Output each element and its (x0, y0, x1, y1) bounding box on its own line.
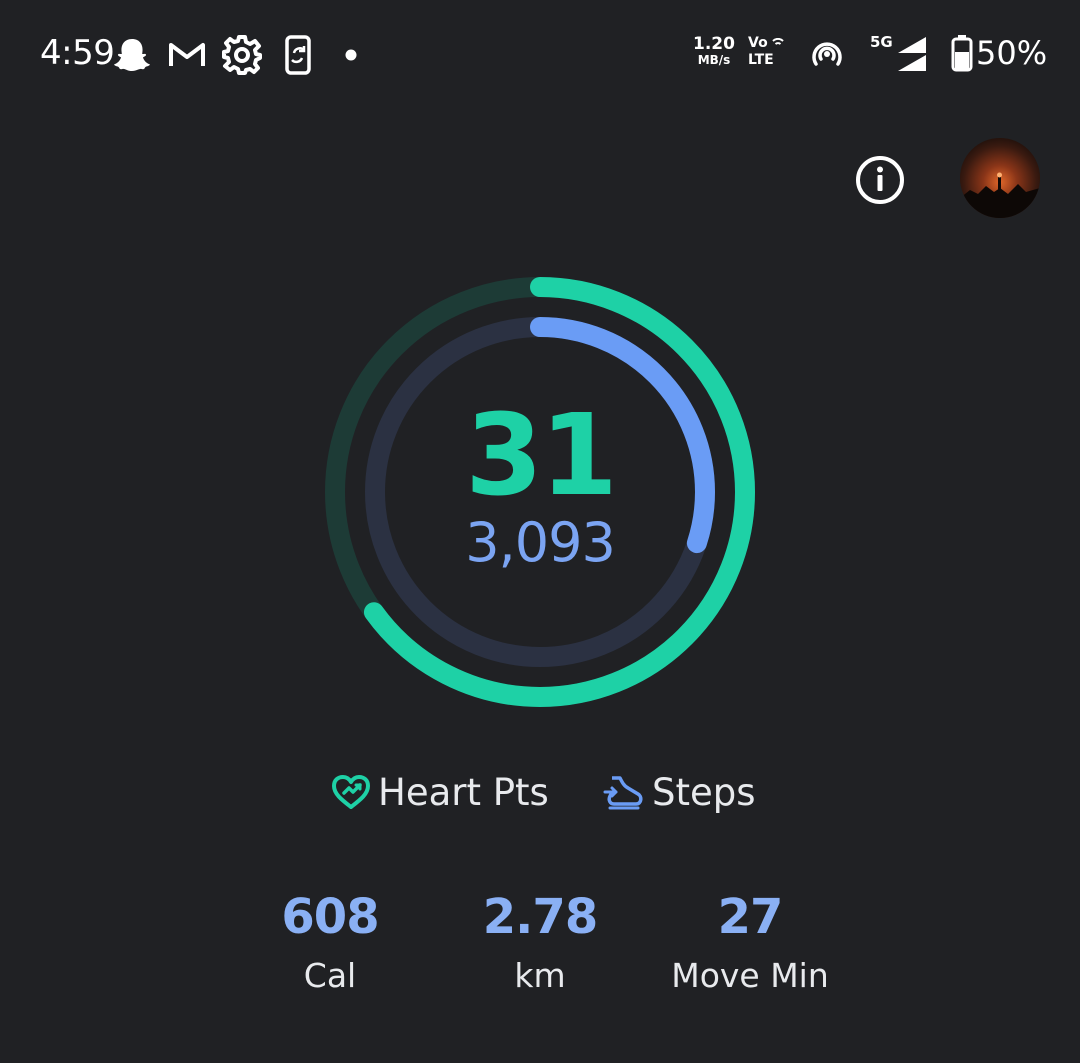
hotspot-icon (812, 42, 842, 66)
steps-value: 3,093 (465, 511, 616, 574)
network-speed-unit: MB/s (697, 53, 731, 67)
info-icon[interactable] (853, 153, 907, 207)
avatar[interactable] (960, 138, 1040, 218)
steps-icon (603, 776, 643, 810)
stat-distance-label: km (514, 956, 566, 995)
battery-percent: 50% (976, 34, 1048, 72)
avatar-image (960, 138, 1040, 218)
settings-icon (222, 35, 262, 75)
phone-sync-icon (285, 35, 311, 75)
stat-calories[interactable]: 608 Cal (230, 893, 430, 992)
rings-legend: Heart Pts Steps (330, 762, 770, 822)
volte-wave-icon (772, 38, 784, 45)
battery-icon (951, 35, 973, 72)
gmail-icon (169, 43, 205, 66)
snapchat-icon (114, 39, 150, 71)
stat-move-min-value: 27 (717, 889, 784, 945)
heart-icon (332, 775, 370, 809)
stat-distance[interactable]: 2.78 km (440, 893, 640, 992)
stat-calories-value: 608 (281, 889, 379, 945)
stat-move-min[interactable]: 27 Move Min (640, 893, 860, 992)
legend-steps[interactable]: Steps (602, 762, 756, 822)
stat-calories-label: Cal (303, 956, 357, 995)
notification-dot-icon (345, 49, 357, 61)
status-time: 4:59 (40, 33, 115, 73)
heart-pts-value: 31 (465, 391, 618, 521)
status-bar: 4:59 1.20 MB/s Vo LTE 5G 50% (0, 0, 1080, 110)
network-type: 5G (870, 33, 893, 51)
stat-distance-value: 2.78 (482, 889, 598, 945)
legend-heart-pts-label: Heart Pts (378, 770, 549, 814)
legend-steps-label: Steps (652, 770, 756, 814)
network-speed: 1.20 MB/s (692, 34, 736, 67)
volte-bottom: LTE (748, 52, 774, 68)
signal-icon (898, 37, 926, 71)
legend-heart-pts[interactable]: Heart Pts (330, 762, 549, 822)
stat-move-min-label: Move Min (671, 956, 829, 995)
network-speed-value: 1.20 (693, 34, 735, 54)
